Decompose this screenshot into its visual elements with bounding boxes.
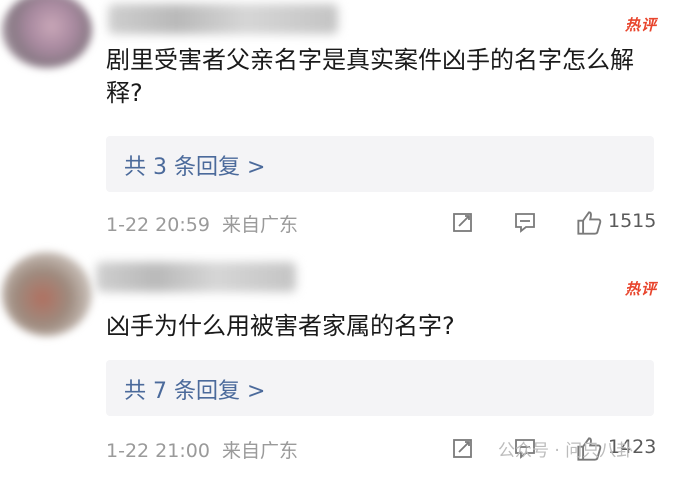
comment-meta: 1-22 21:00 来自广东 — [106, 436, 298, 463]
avatar[interactable] — [2, 252, 92, 336]
comment-item: 热评 凶手为什么用被害者家属的名字? 共 7 条回复 > 1-22 21:00 … — [0, 0, 673, 480]
watermark: 公众号 · 问只八卦 — [498, 441, 634, 461]
share-icon[interactable] — [452, 437, 474, 459]
replies-link[interactable]: 共 7 条回复 > — [124, 373, 265, 405]
username-blurred[interactable] — [96, 262, 296, 292]
replies-box[interactable]: 共 7 条回复 > — [106, 360, 654, 416]
location: 来自广东 — [221, 440, 298, 462]
hot-badge: 热评 — [624, 280, 657, 298]
timestamp: 1-22 21:00 — [106, 440, 210, 462]
comment-text: 凶手为什么用被害者家属的名字? — [106, 312, 455, 340]
